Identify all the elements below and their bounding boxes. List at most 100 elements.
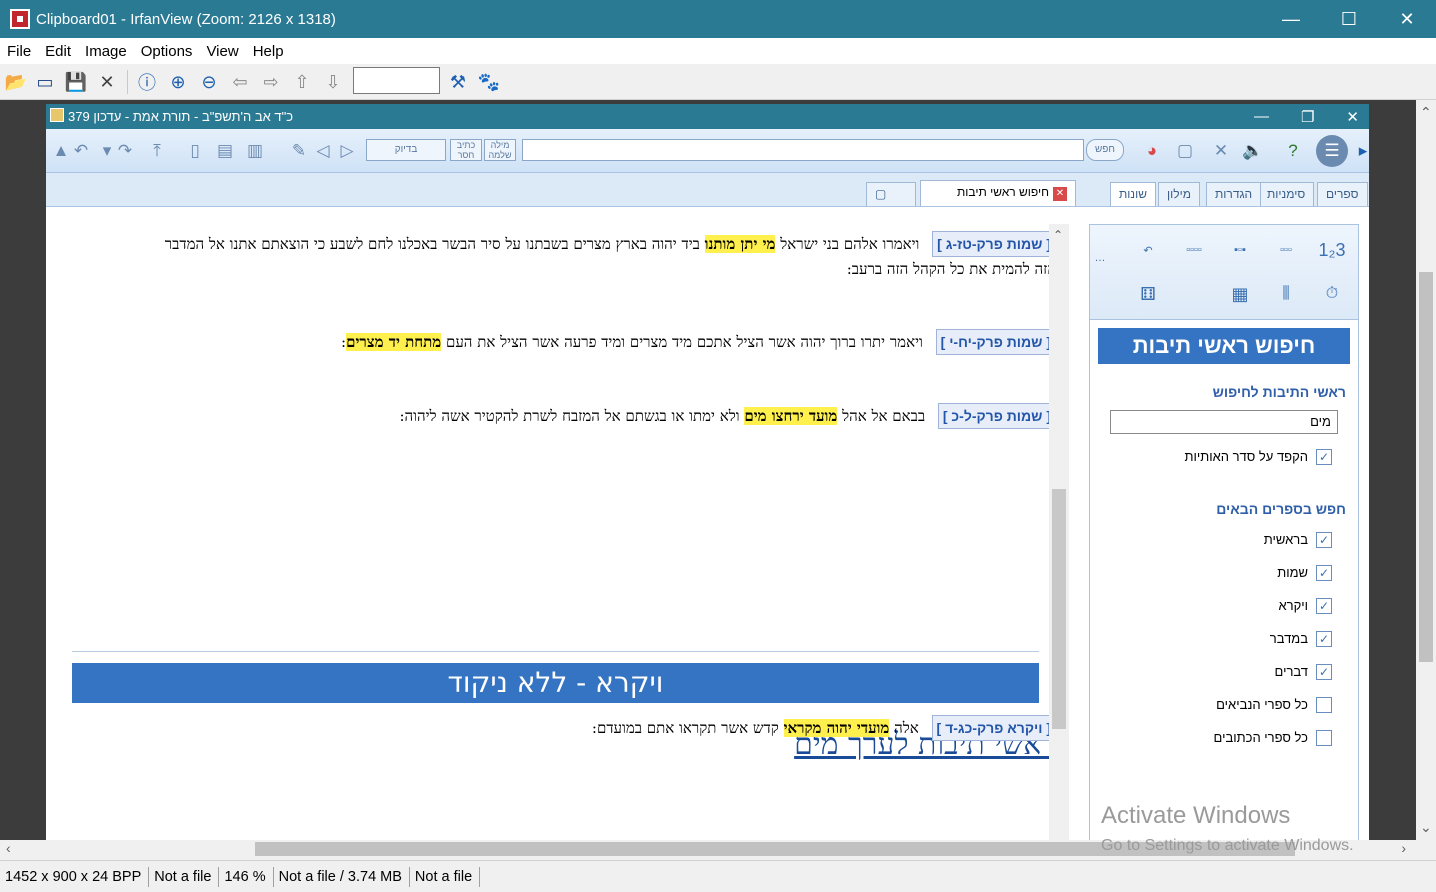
document-scroll-thumb[interactable] <box>1052 489 1066 729</box>
numbers-icon[interactable]: 1₂3 <box>1312 231 1352 269</box>
tab-acronym-search[interactable]: ✕חיפוש ראשי תיבות <box>920 180 1076 206</box>
exact-button[interactable]: בדיוק <box>366 139 446 161</box>
scroll-left-icon[interactable]: ‹ <box>6 840 11 856</box>
zoom-out-icon[interactable]: ⊖ <box>197 70 221 94</box>
slideshow-icon[interactable]: ▭ <box>33 70 57 94</box>
color-wheel-icon[interactable]: ◕ <box>1139 138 1165 164</box>
redo-icon[interactable]: ↷ <box>112 138 138 164</box>
search-button[interactable]: חפש <box>1086 139 1124 161</box>
grid-dots-icon[interactable]: ▪▫▪ <box>1220 231 1260 269</box>
tab-page-icon[interactable]: ▢ <box>866 182 916 206</box>
book-checkbox-shemot[interactable]: ✓ שמות <box>1090 556 1358 589</box>
zoom-in-icon[interactable]: ⊕ <box>166 70 190 94</box>
checkbox-icon[interactable]: ✓ <box>1316 630 1332 647</box>
checkbox-icon[interactable]: ✓ <box>1316 448 1332 465</box>
tab-close-icon[interactable]: ✕ <box>1053 187 1067 201</box>
book-checkbox-vayikra[interactable]: ✓ ויקרא <box>1090 589 1358 622</box>
checkbox-icon[interactable]: ✓ <box>1316 531 1332 548</box>
paint-brush-icon[interactable]: ✎ <box>286 138 312 164</box>
book-checkbox-devarim[interactable]: ✓ דברים <box>1090 655 1358 688</box>
divider <box>72 651 1039 652</box>
top-icon[interactable]: ⤒ <box>144 138 170 164</box>
close-button[interactable]: ✕ <box>1378 0 1436 38</box>
timer-icon[interactable]: ⏱ <box>1312 275 1352 313</box>
minimize-button[interactable]: — <box>1262 0 1320 38</box>
tab-misc[interactable]: שונות <box>1110 182 1156 206</box>
verse-reference[interactable]: [ שמות פרק-טז-ג ] <box>932 231 1056 257</box>
menu-image[interactable]: Image <box>78 43 134 60</box>
vertical-split-icon[interactable]: ▥ <box>242 138 268 164</box>
tab-bookmarks[interactable]: סימניות <box>1258 182 1315 206</box>
irfan-cat-icon[interactable]: 🐾 <box>477 70 501 94</box>
verse-reference[interactable]: [ שמות פרק-יח-י ] <box>935 329 1056 355</box>
menu-file[interactable]: File <box>0 43 38 60</box>
page-icon[interactable]: ▢ <box>1172 138 1198 164</box>
book-checkbox-ketuvim[interactable]: כל ספרי הכתובים <box>1090 721 1358 754</box>
grid-plus-icon[interactable]: ▫▫▫ <box>1266 231 1306 269</box>
undo-icon[interactable]: ↶ <box>68 138 94 164</box>
more-icon[interactable]: … <box>1080 239 1120 277</box>
book-checkbox-bereshit[interactable]: ✓ בראשית <box>1090 523 1358 556</box>
forward-arrow-icon[interactable]: ▷ <box>334 138 360 164</box>
vertical-scroll-thumb[interactable] <box>1419 272 1433 662</box>
first-page-icon[interactable]: ⇧ <box>290 70 314 94</box>
scroll-down-icon[interactable]: ⌄ <box>1420 819 1432 836</box>
single-pane-icon[interactable]: ▯ <box>182 138 208 164</box>
ketiv-chaser-button[interactable]: כתיב חסר <box>450 139 482 161</box>
strict-order-checkbox[interactable]: ✓ הקפד על סדר האותיות <box>1090 440 1358 473</box>
whole-word-button[interactable]: מילה שלמה <box>484 139 516 161</box>
scroll-up-icon[interactable]: ⌃ <box>1053 228 1063 242</box>
help-icon[interactable]: ? <box>1280 138 1306 164</box>
book-checkbox-bamidbar[interactable]: ✓ במדבר <box>1090 622 1358 655</box>
document-scrollbar[interactable]: ⌃ <box>1049 224 1069 840</box>
checkbox-icon[interactable] <box>1316 729 1332 746</box>
open-folder-icon[interactable]: 📂 <box>4 70 28 94</box>
grid-squares-icon[interactable]: ▫▫▫▫ <box>1174 231 1214 269</box>
bar-chart-icon[interactable]: ⫼ <box>1266 275 1306 313</box>
info-icon[interactable]: ⓘ <box>135 70 159 94</box>
delete-icon[interactable]: ✕ <box>95 70 119 94</box>
checkbox-icon[interactable]: ✓ <box>1316 597 1332 614</box>
menu-options[interactable]: Options <box>134 43 200 60</box>
checkbox-icon[interactable]: ✓ <box>1316 564 1332 581</box>
next-icon[interactable]: ⇨ <box>259 70 283 94</box>
save-icon[interactable]: 💾 <box>64 70 88 94</box>
menu-edit[interactable]: Edit <box>38 43 78 60</box>
settings-tools-icon[interactable]: ⚒ <box>446 70 470 94</box>
inner-restore-button[interactable]: ❐ <box>1301 108 1314 126</box>
checkbox-icon[interactable]: ✓ <box>1316 663 1332 680</box>
vertical-scrollbar[interactable]: ⌃ ⌄ <box>1416 100 1436 840</box>
scroll-up-icon[interactable]: ⌃ <box>1420 104 1432 121</box>
back-arrow-icon[interactable]: ◁ <box>310 138 336 164</box>
verse-reference[interactable]: [ ויקרא פרק-כג-ד ] <box>931 715 1056 741</box>
tools-x-icon[interactable]: ✕ <box>1208 138 1234 164</box>
inner-close-button[interactable]: ✕ <box>1346 108 1359 126</box>
maximize-button[interactable]: ☐ <box>1320 0 1378 38</box>
tab-dictionary[interactable]: מילון <box>1158 182 1200 206</box>
search-input[interactable] <box>522 139 1084 161</box>
blank-icon[interactable] <box>1174 275 1214 313</box>
scroll-right-icon[interactable]: › <box>1401 840 1406 856</box>
verse-1: [ שמות פרק-טז-ג ] ויאמרו אלהם בני ישראל … <box>146 231 1056 281</box>
verse-reference[interactable]: [ שמות פרק-ל-כ ] <box>937 403 1056 429</box>
speaker-icon[interactable]: 🔈 <box>1240 138 1266 164</box>
main-menu-icon[interactable]: ☰ <box>1316 135 1348 167</box>
image-viewer[interactable]: כ"ד אב ה'תשפ"ב - תורת אמת - עדכון 379 — … <box>0 100 1416 840</box>
horizontal-split-icon[interactable]: ▤ <box>212 138 238 164</box>
menu-view[interactable]: View <box>199 43 245 60</box>
book-checkbox-neviim[interactable]: כל ספרי הנביאים <box>1090 688 1358 721</box>
page-number-input[interactable] <box>353 67 440 94</box>
acronym-input[interactable]: מים <box>1110 410 1338 434</box>
collapse-arrow-icon[interactable]: ▸ <box>1350 138 1376 164</box>
next-page-icon[interactable]: ⇩ <box>321 70 345 94</box>
dice-icon[interactable]: ⚅ <box>1128 275 1168 313</box>
undo-grid-icon[interactable]: ↶ <box>1128 231 1168 269</box>
checkbox-icon[interactable] <box>1316 696 1332 713</box>
tab-settings[interactable]: הגדרות <box>1206 182 1262 206</box>
previous-icon[interactable]: ⇦ <box>228 70 252 94</box>
tab-books[interactable]: ספרים <box>1317 182 1368 206</box>
table-icon[interactable]: ▦ <box>1220 275 1260 313</box>
inner-minimize-button[interactable]: — <box>1254 108 1269 125</box>
irfanview-app-icon[interactable] <box>10 9 30 29</box>
menu-help[interactable]: Help <box>246 43 291 60</box>
